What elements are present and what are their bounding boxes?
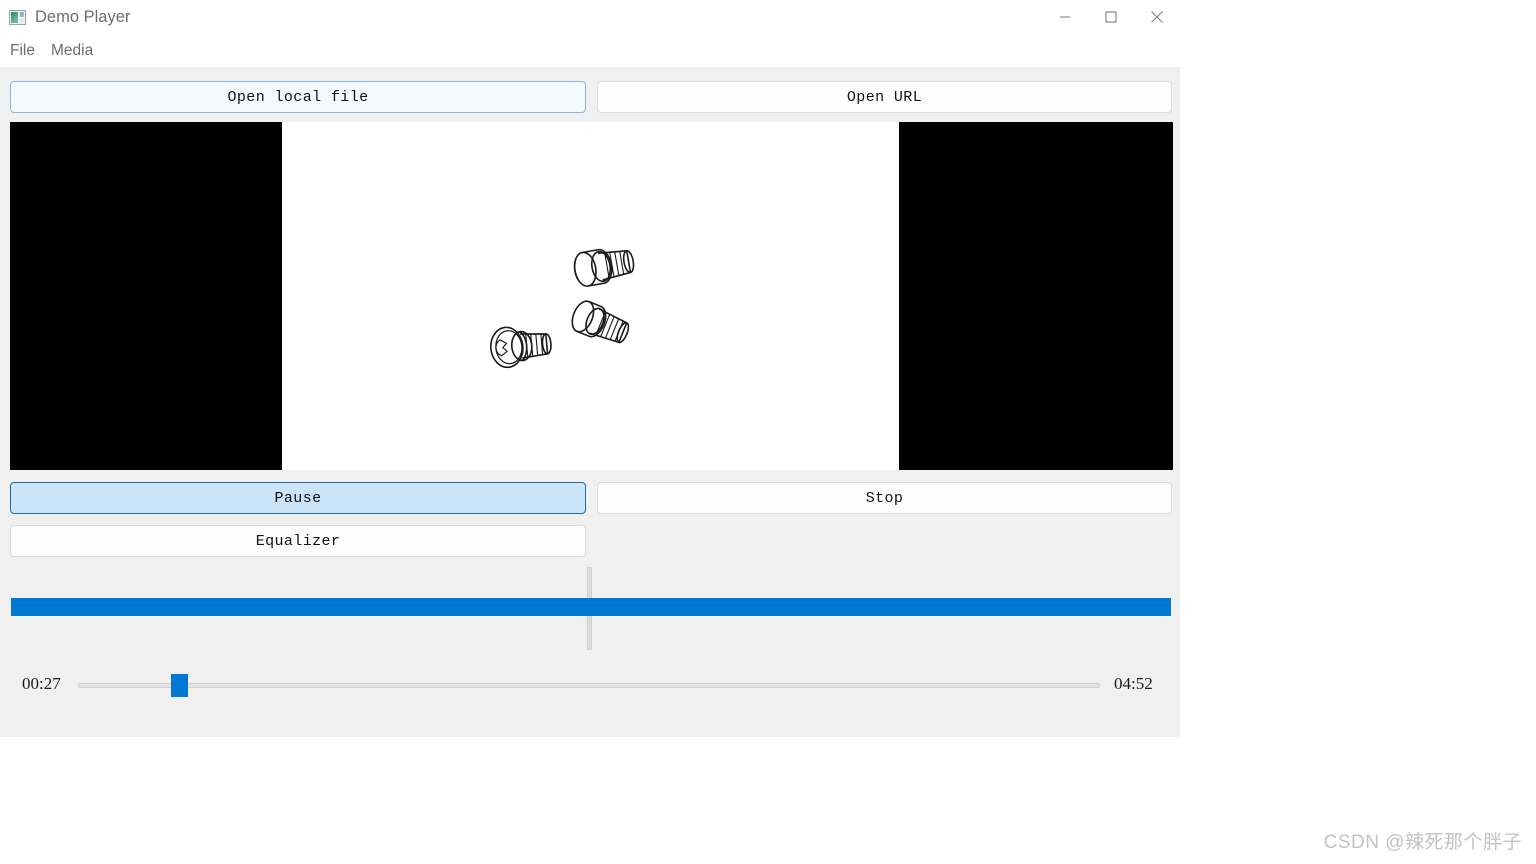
app-icon-panel-left (11, 11, 18, 23)
application-window: Demo Player File Media Open local file O… (0, 0, 1180, 737)
maximize-button[interactable] (1088, 0, 1134, 34)
volume-slider-handle[interactable] (11, 598, 1171, 616)
title-bar: Demo Player (0, 0, 1180, 34)
seek-slider-track[interactable] (78, 683, 1100, 688)
menu-bar: File Media (0, 34, 1180, 67)
maximize-icon (1105, 11, 1117, 23)
minimize-button[interactable] (1042, 0, 1088, 34)
stop-button[interactable]: Stop (597, 482, 1172, 514)
close-icon (1151, 11, 1163, 23)
close-button[interactable] (1134, 0, 1180, 34)
volume-slider[interactable] (0, 562, 1180, 662)
app-icon-panel-bottom-right (20, 17, 24, 23)
video-frame (282, 122, 899, 470)
app-icon (9, 9, 26, 25)
menu-item-file[interactable]: File (2, 39, 43, 63)
open-local-file-button[interactable]: Open local file (10, 81, 586, 113)
current-time-label: 00:27 (22, 674, 61, 693)
app-icon-panel-top-right (20, 11, 24, 17)
seek-bar-row: 00:27 04:52 (0, 665, 1180, 710)
minimize-icon (1060, 16, 1070, 18)
equalizer-button[interactable]: Equalizer (10, 525, 586, 557)
watermark-text: CSDN @辣死那个胖子 (1323, 832, 1522, 853)
seek-slider-handle[interactable] (171, 674, 188, 697)
open-url-button[interactable]: Open URL (597, 81, 1172, 113)
window-controls (1042, 0, 1180, 34)
video-content-screws (490, 248, 635, 369)
window-title: Demo Player (35, 7, 131, 26)
menu-item-media[interactable]: Media (43, 39, 101, 63)
pause-button[interactable]: Pause (10, 482, 586, 514)
total-time-label: 04:52 (1114, 674, 1153, 693)
open-buttons-row: Open local file Open URL (0, 81, 1180, 113)
client-area: Open local file Open URL Pause Stop Equa… (0, 67, 1180, 737)
video-surface[interactable] (10, 122, 1173, 470)
